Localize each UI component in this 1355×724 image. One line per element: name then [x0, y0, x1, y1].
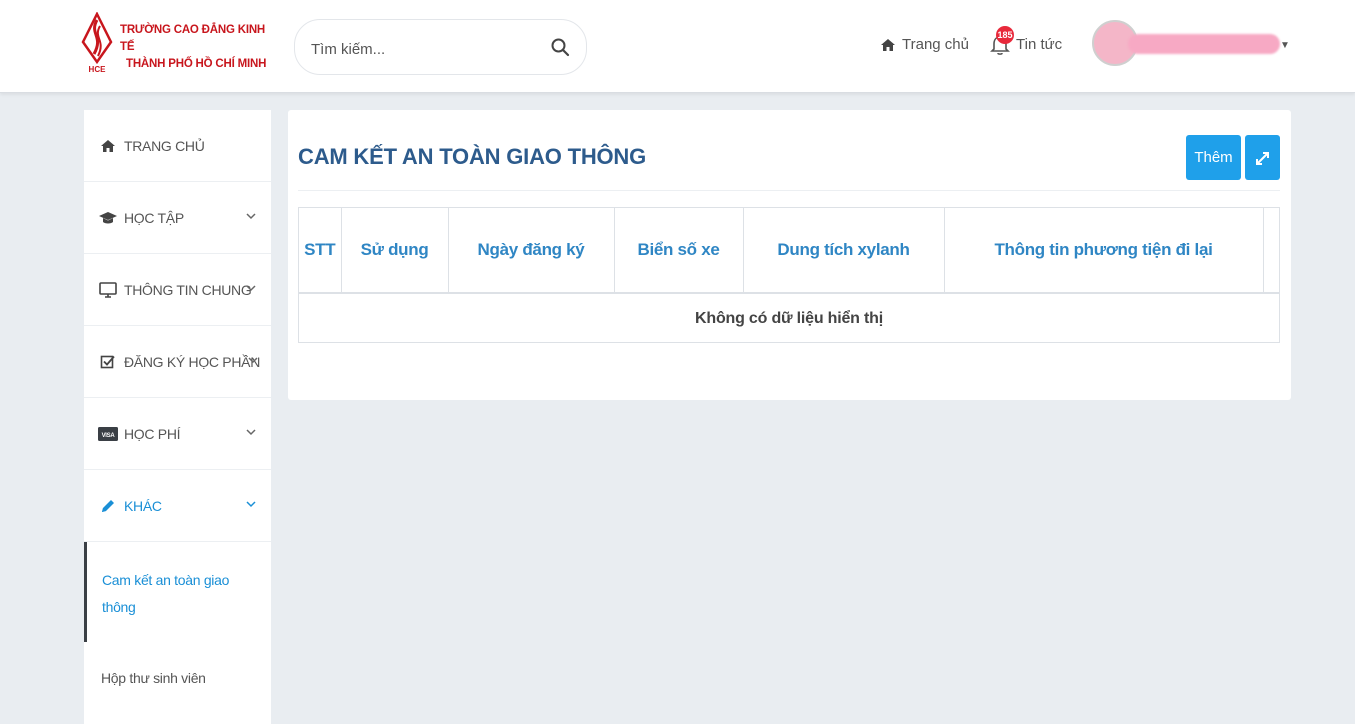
chevron-down-icon [246, 501, 256, 508]
sidebar-item-label: TRANG CHỦ [124, 137, 205, 154]
sidebar-item-study[interactable]: HỌC TẬP [84, 182, 271, 254]
logo-line-1: TRƯỜNG CAO ĐẲNG KINH TẾ [120, 24, 266, 53]
sidebar-item-label: HỌC TẬP [124, 209, 184, 226]
chevron-down-icon [246, 213, 256, 220]
expand-icon [1256, 152, 1269, 165]
column-header-usage[interactable]: Sử dụng [341, 208, 449, 294]
column-header-cylinder-capacity[interactable]: Dung tích xylanh [743, 208, 945, 294]
sidebar-subitem-student-mailbox[interactable]: Hộp thư sinh viên [84, 642, 271, 714]
svg-text:VISA: VISA [102, 433, 116, 439]
sidebar-item-course-registration[interactable]: ĐĂNG KÝ HỌC PHẦN [84, 326, 271, 398]
news-badge: 185 [996, 26, 1014, 44]
checkbox-icon [98, 353, 118, 371]
sidebar: TRANG CHỦ HỌC TẬP THÔNG TIN CHUNG ĐĂNG K… [84, 110, 271, 724]
caret-down-icon: ▼ [1280, 40, 1290, 51]
column-header-license-plate[interactable]: Biển số xe [614, 208, 744, 294]
pencil-icon [98, 497, 118, 515]
nav-home-link[interactable]: Trang chủ [880, 36, 969, 53]
home-icon [881, 38, 895, 51]
search-input[interactable] [309, 34, 543, 64]
chevron-down-icon [246, 285, 256, 292]
school-logo-icon: HCE [81, 12, 113, 74]
logo-mark-text: HCE [89, 65, 107, 74]
sidebar-item-tuition[interactable]: VISA HỌC PHÍ [84, 398, 271, 470]
visa-card-icon: VISA [98, 425, 118, 443]
sidebar-item-other[interactable]: KHÁC [84, 470, 271, 542]
table-header-row: STT Sử dụng Ngày đăng ký Biển số xe Dung… [299, 208, 1279, 294]
sidebar-item-label: KHÁC [124, 497, 162, 514]
column-header-vehicle-info[interactable]: Thông tin phương tiện đi lại [944, 208, 1264, 294]
title-divider [298, 190, 1280, 191]
add-button[interactable]: Thêm [1186, 135, 1241, 180]
chevron-down-icon [248, 357, 258, 364]
empty-table-message: Không có dữ liệu hiển thị [695, 310, 883, 327]
column-header-registration-date[interactable]: Ngày đăng ký [448, 208, 615, 294]
sidebar-item-label: HỌC PHÍ [124, 425, 181, 442]
sidebar-subitem-traffic-safety[interactable]: Cam kết an toàn giao thông [84, 542, 271, 642]
logo-text: TRƯỜNG CAO ĐẲNG KINH TẾ THÀNH PHỐ HỒ CHÍ… [120, 22, 280, 73]
school-logo[interactable]: HCE TRƯỜNG CAO ĐẲNG KINH TẾ THÀNH PHỐ HỒ… [80, 12, 280, 74]
sidebar-item-general-info[interactable]: THÔNG TIN CHUNG [84, 254, 271, 326]
data-table: STT Sử dụng Ngày đăng ký Biển số xe Dung… [298, 207, 1280, 343]
chevron-down-icon [246, 429, 256, 436]
monitor-icon [98, 281, 118, 299]
nav-home-label: Trang chủ [902, 36, 969, 53]
user-menu[interactable]: ▼ [1092, 20, 1292, 68]
table-row: Không có dữ liệu hiển thị [299, 293, 1279, 344]
home-icon [98, 137, 118, 155]
main-card: CAM KẾT AN TOÀN GIAO THÔNG Thêm STT Sử d… [288, 110, 1291, 400]
user-name-redacted [1128, 34, 1280, 54]
sidebar-subitem-label: Cam kết an toàn giao thông [102, 572, 230, 615]
search-icon[interactable] [550, 37, 570, 57]
logo-line-2: THÀNH PHỐ HỒ CHÍ MINH [126, 58, 267, 70]
page-title: CAM KẾT AN TOÀN GIAO THÔNG [298, 144, 647, 169]
expand-button[interactable] [1245, 135, 1280, 180]
sidebar-item-home[interactable]: TRANG CHỦ [84, 110, 271, 182]
sidebar-item-label: THÔNG TIN CHUNG [124, 281, 252, 298]
graduation-cap-icon [98, 209, 118, 227]
sidebar-subitem-label: Hộp thư sinh viên [101, 670, 206, 686]
top-header: HCE TRƯỜNG CAO ĐẲNG KINH TẾ THÀNH PHỐ HỒ… [0, 0, 1355, 93]
search-box [294, 19, 587, 75]
sidebar-item-label: ĐĂNG KÝ HỌC PHẦN [124, 353, 260, 370]
column-header-extra [1263, 208, 1279, 294]
column-header-stt[interactable]: STT [299, 208, 342, 294]
nav-news-label: Tin tức [1016, 36, 1063, 53]
